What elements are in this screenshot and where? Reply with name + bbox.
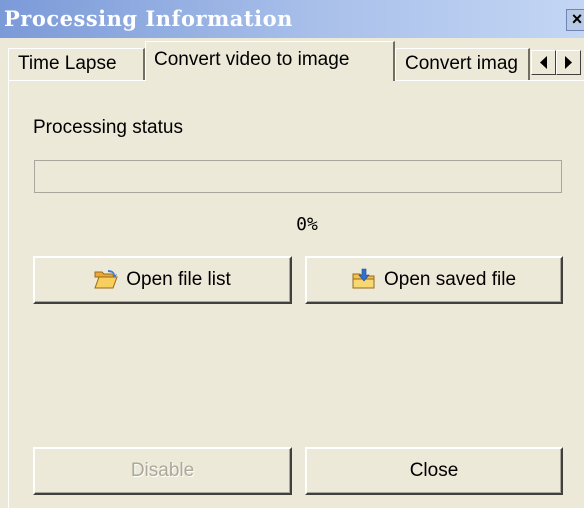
progress-percent: 0%	[296, 214, 318, 235]
tab-label: Convert imag	[405, 53, 518, 74]
tab-label: Time Lapse	[18, 53, 117, 74]
open-saved-file-button[interactable]: Open saved file	[305, 256, 563, 304]
progress-bar	[34, 160, 562, 193]
open-saved-file-label: Open saved file	[383, 269, 517, 290]
tab-scroll-controls	[531, 50, 581, 75]
arrow-right-icon	[565, 56, 572, 69]
close-button[interactable]: Close	[305, 447, 563, 495]
close-label: Close	[409, 460, 459, 481]
disable-button[interactable]: Disable	[33, 447, 292, 495]
tab-scroll-right-button[interactable]	[556, 50, 581, 75]
window-title: Processing Information	[4, 6, 293, 31]
tab-label: Convert video to image	[154, 49, 350, 70]
processing-status-label: Processing status	[33, 117, 183, 138]
tab-convert-image[interactable]: Convert imag	[395, 48, 530, 80]
close-icon: ×	[571, 9, 583, 29]
tab-convert-video-to-image[interactable]: Convert video to image	[145, 41, 395, 81]
saved-file-folder-icon	[352, 268, 375, 289]
arrow-left-icon	[540, 56, 547, 69]
open-file-list-button[interactable]: Open file list	[33, 256, 292, 304]
tab-time-lapse[interactable]: Time Lapse	[8, 48, 145, 80]
close-window-button[interactable]: ×	[566, 9, 584, 31]
tab-scroll-left-button[interactable]	[531, 50, 556, 75]
tab-strip: Time Lapse Convert video to image Conver…	[0, 38, 584, 81]
open-folder-icon	[94, 270, 118, 289]
disable-label: Disable	[130, 460, 195, 481]
title-bar[interactable]: Processing Information ×	[0, 0, 584, 38]
open-file-list-label: Open file list	[126, 269, 231, 290]
processing-information-window: Processing Information × Time Lapse Conv…	[0, 0, 584, 508]
